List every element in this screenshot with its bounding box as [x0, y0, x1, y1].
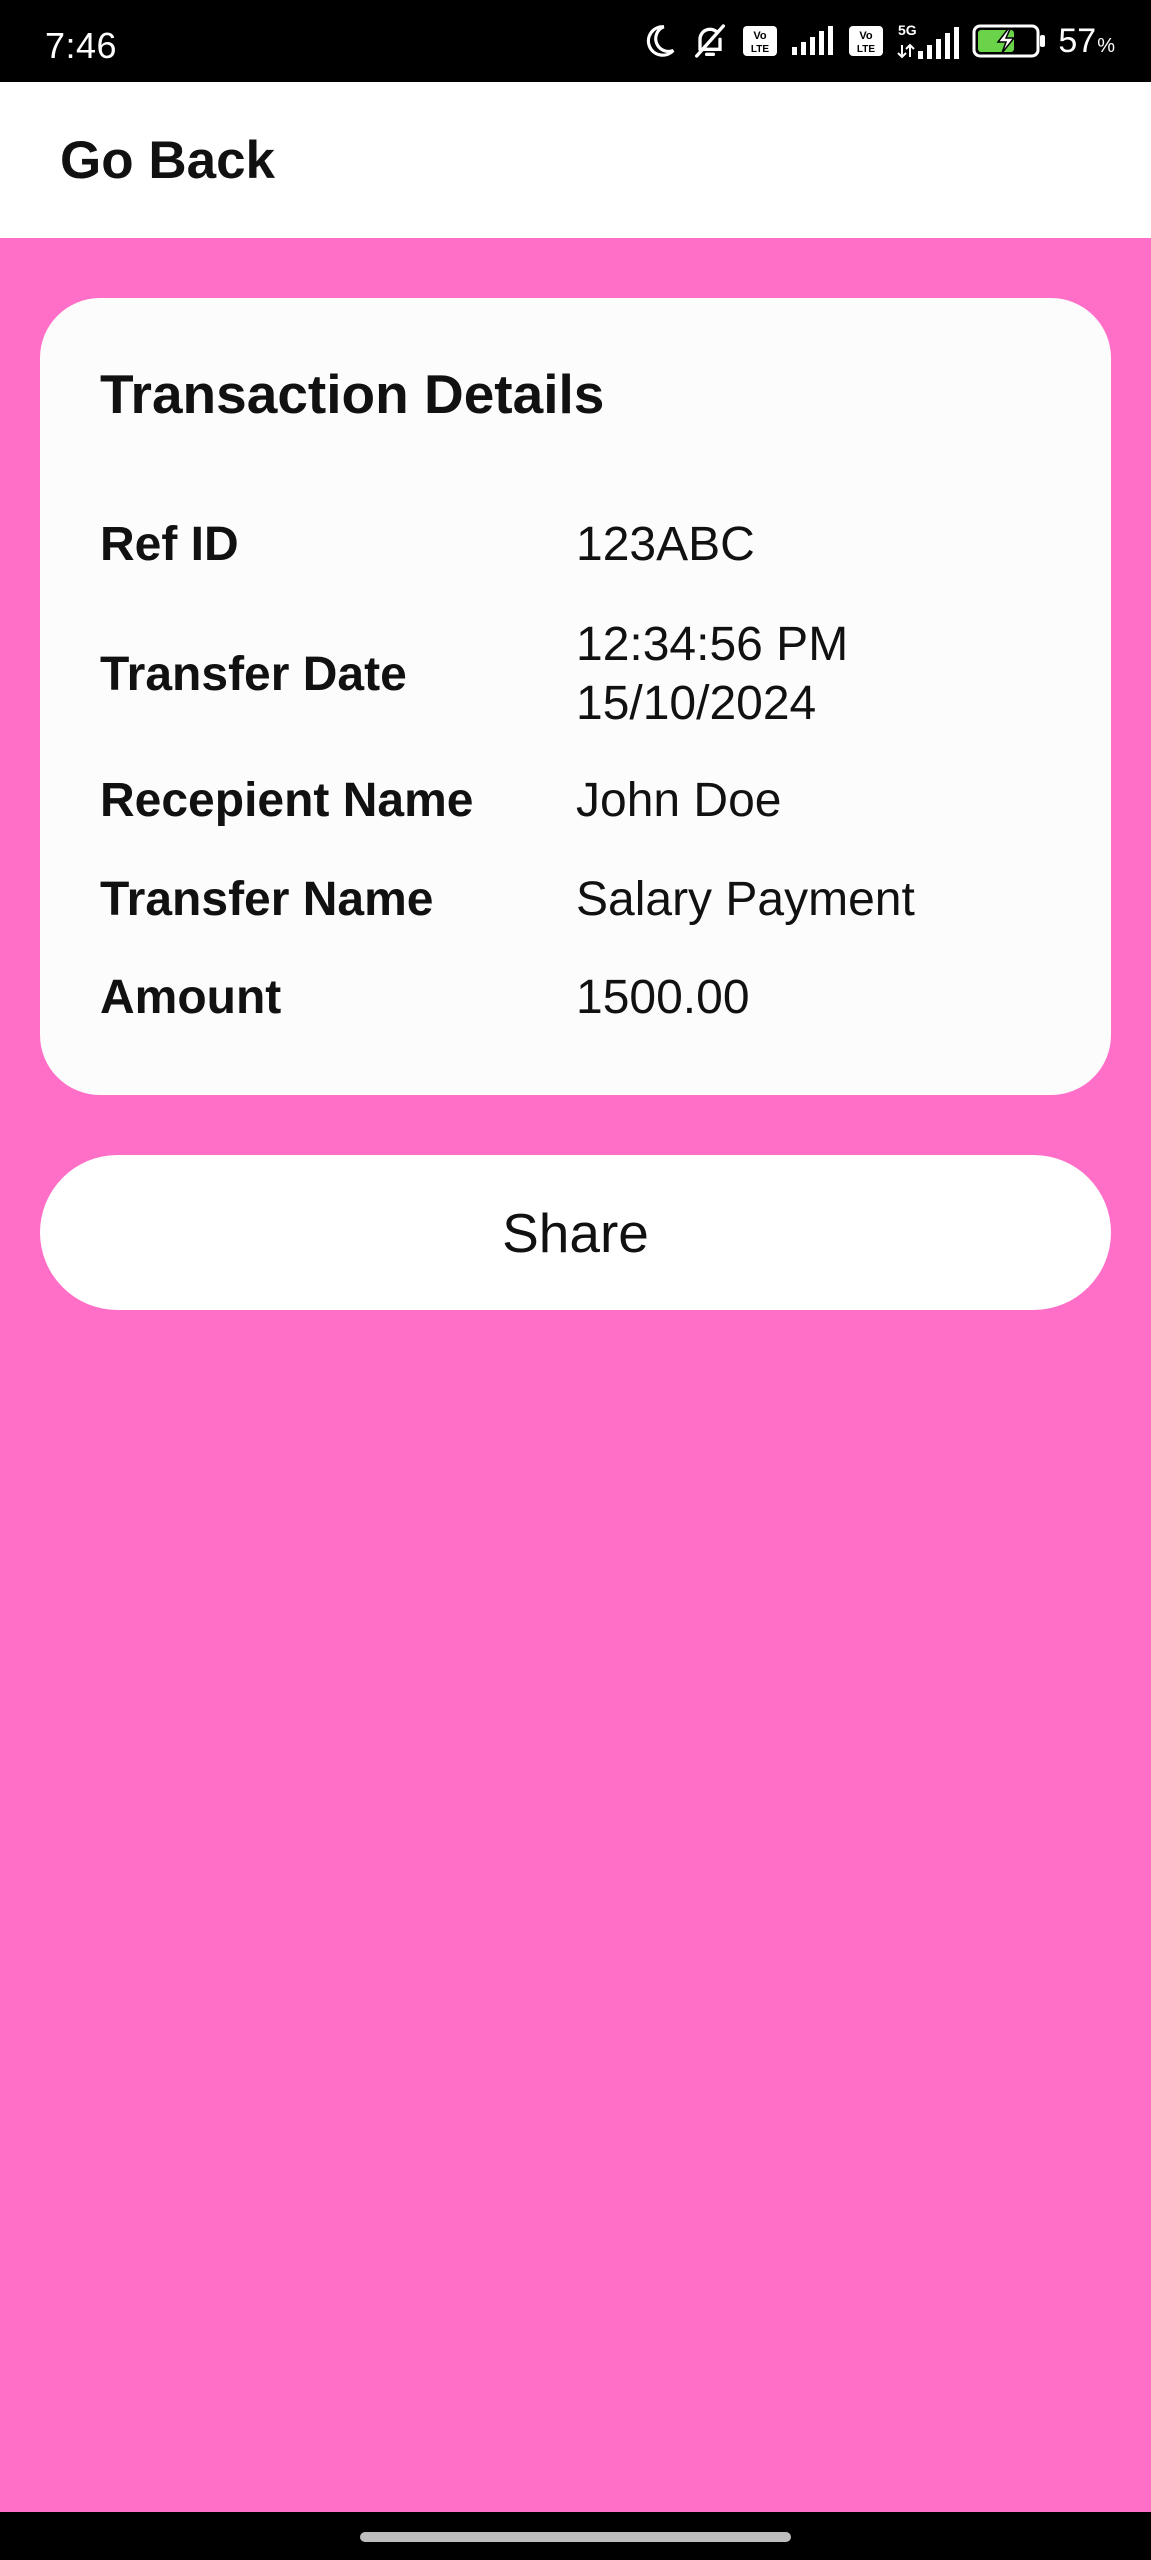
- svg-text:5G: 5G: [898, 22, 917, 38]
- share-button[interactable]: Share: [40, 1155, 1111, 1310]
- battery-charging-icon: [972, 23, 1046, 59]
- share-button-label: Share: [502, 1201, 649, 1264]
- recipient-name-value: John Doe: [576, 774, 782, 827]
- status-icons: Vo LTE Vo LTE 5G 57%: [640, 18, 1115, 64]
- recipient-name-label: Recepient Name: [100, 774, 474, 827]
- card-title: Transaction Details: [100, 363, 605, 425]
- svg-text:LTE: LTE: [751, 44, 769, 55]
- transfer-date-date-value: 15/10/2024: [576, 677, 817, 730]
- 5g-signal-icon: 5G: [896, 21, 960, 61]
- battery-value: 57: [1058, 22, 1097, 60]
- home-indicator[interactable]: [360, 2532, 791, 2542]
- status-time: 7:46: [45, 25, 118, 66]
- screen: 7:46 Vo LTE Vo LTE 5G 57 % Go Back Trans…: [0, 0, 1151, 2560]
- ref-id-label: Ref ID: [100, 518, 239, 571]
- svg-text:LTE: LTE: [857, 44, 875, 55]
- svg-text:Vo: Vo: [754, 30, 768, 42]
- navigation-bar: [0, 2512, 1151, 2560]
- status-bar: 7:46 Vo LTE Vo LTE 5G 57 %: [0, 0, 1151, 82]
- transfer-date-time-value: 12:34:56 PM: [576, 618, 849, 671]
- volte-icon: Vo LTE: [848, 25, 884, 57]
- volte-icon: Vo LTE: [742, 25, 778, 57]
- amount-value: 1500.00: [576, 971, 750, 1024]
- battery-percentage: 57%: [1058, 24, 1115, 58]
- moon-icon: [640, 22, 678, 60]
- battery-unit: %: [1097, 35, 1115, 57]
- transfer-name-value: Salary Payment: [576, 873, 915, 926]
- transfer-name-label: Transfer Name: [100, 873, 434, 926]
- signal-icon: [790, 25, 836, 57]
- bell-off-icon: [690, 21, 730, 61]
- transaction-details-card: Transaction Details Ref ID 123ABC Transf…: [40, 298, 1111, 1095]
- transfer-date-label: Transfer Date: [100, 648, 407, 701]
- go-back-button[interactable]: Go Back: [60, 131, 275, 190]
- svg-text:Vo: Vo: [860, 30, 874, 42]
- ref-id-value: 123ABC: [576, 518, 755, 571]
- app-bar: Go Back: [0, 82, 1151, 238]
- amount-label: Amount: [100, 971, 282, 1024]
